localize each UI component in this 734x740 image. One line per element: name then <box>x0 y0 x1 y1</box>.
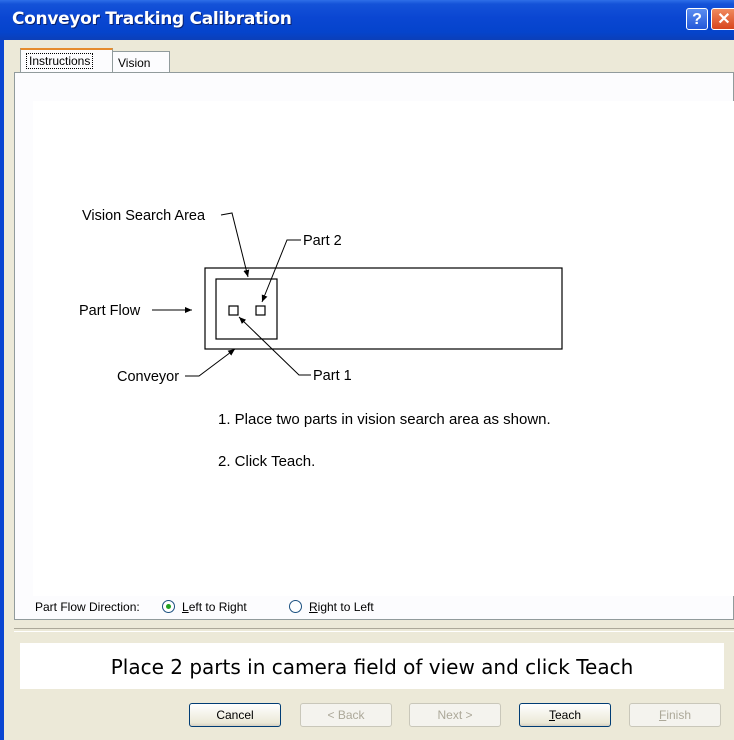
teach-button[interactable]: Teach <box>519 703 611 727</box>
divider <box>14 628 734 632</box>
conveyor-diagram: Vision Search Area Part 2 Part Flow Conv… <box>79 208 563 385</box>
radio-right-to-left[interactable] <box>289 600 302 613</box>
instruction-step-2: 2. Click Teach. <box>218 453 316 470</box>
cancel-button[interactable]: Cancel <box>189 703 281 727</box>
instructions-canvas: Vision Search Area Part 2 Part Flow Conv… <box>33 101 734 596</box>
tab-instructions[interactable]: Instructions <box>20 48 113 72</box>
back-button[interactable]: < Back <box>300 703 392 727</box>
part1-leader <box>238 316 311 376</box>
radio-left-to-right[interactable] <box>162 600 175 613</box>
vision-search-area-leader <box>220 212 250 278</box>
status-message: Place 2 parts in camera field of view an… <box>110 655 634 679</box>
help-icon[interactable]: ? <box>686 8 708 30</box>
window-title: Conveyor Tracking Calibration <box>12 9 292 29</box>
tab-vision[interactable]: Vision <box>112 51 170 72</box>
part2-leader <box>261 239 301 303</box>
status-box: Place 2 parts in camera field of view an… <box>20 643 724 689</box>
next-button[interactable]: Next > <box>409 703 501 727</box>
window-border-left <box>0 40 4 740</box>
part2-label: Part 2 <box>303 233 342 249</box>
part1-shape <box>228 305 239 316</box>
instructions-panel: Vision Search Area Part 2 Part Flow Conv… <box>14 72 734 620</box>
title-bar[interactable]: Conveyor Tracking Calibration ? ✕ <box>0 0 734 40</box>
close-icon[interactable]: ✕ <box>711 8 734 30</box>
radio-right-to-left-label[interactable]: Right to Left <box>309 600 374 614</box>
finish-button[interactable]: Finish <box>629 703 721 727</box>
part-flow-label: Part Flow <box>79 303 141 319</box>
conveyor-label: Conveyor <box>117 369 179 385</box>
radio-left-to-right-label[interactable]: Left to Right <box>182 600 247 614</box>
instruction-step-1: 1. Place two parts in vision search area… <box>218 411 551 428</box>
vision-search-area-label: Vision Search Area <box>82 208 206 224</box>
part-flow-direction-label: Part Flow Direction: <box>35 600 140 614</box>
conveyor-leader <box>185 348 236 377</box>
part1-label: Part 1 <box>313 368 352 384</box>
part2-shape <box>255 305 266 316</box>
conveyor-shape <box>204 267 563 350</box>
